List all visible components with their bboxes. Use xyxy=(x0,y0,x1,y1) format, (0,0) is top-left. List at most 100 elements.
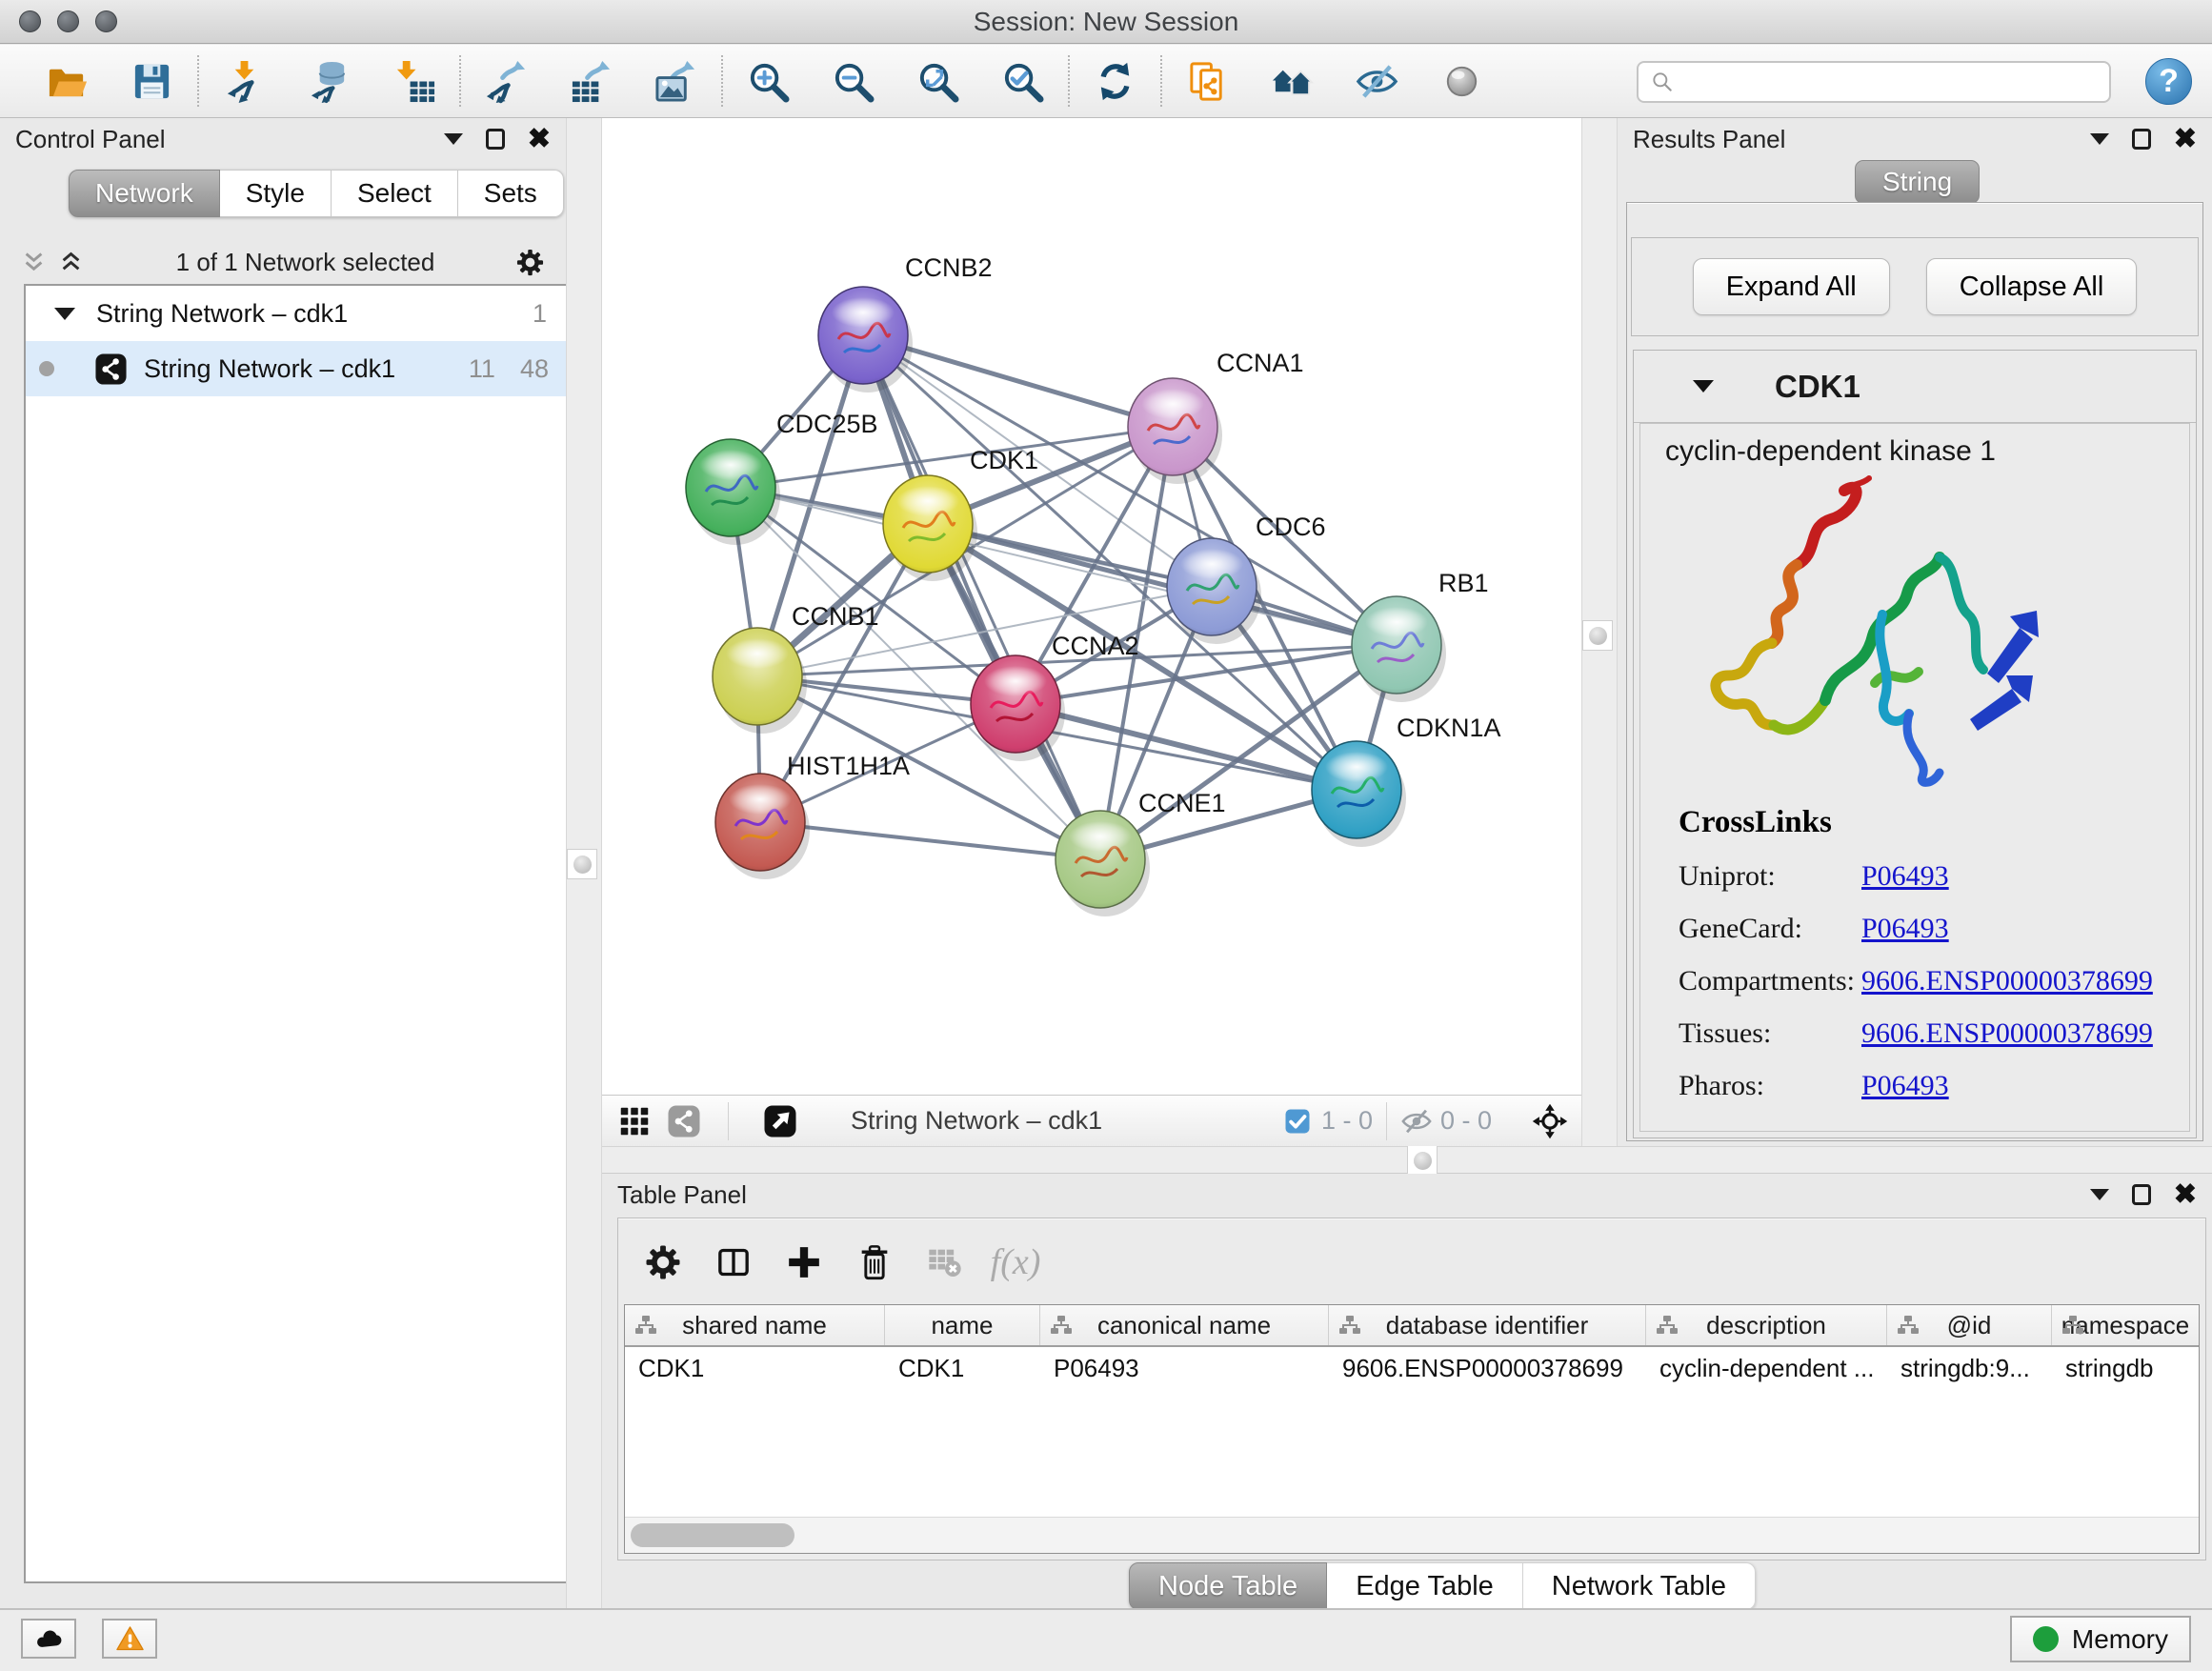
network-from-clipboard-button[interactable] xyxy=(1165,50,1250,111)
import-network-button[interactable] xyxy=(202,50,287,111)
panel-menu-icon[interactable] xyxy=(2090,1189,2109,1200)
tab-sets[interactable]: Sets xyxy=(458,170,564,217)
column-header-namespace[interactable]: namespace xyxy=(2052,1305,2199,1345)
table-hscrollbar[interactable] xyxy=(625,1517,2199,1553)
first-neighbors-button[interactable] xyxy=(1250,50,1335,111)
column-header--id[interactable]: @id xyxy=(1887,1305,2052,1345)
global-search[interactable] xyxy=(1637,61,2111,103)
warnings-button[interactable] xyxy=(102,1619,157,1659)
left-splitter-knob[interactable] xyxy=(567,849,597,879)
cloud-status-button[interactable] xyxy=(21,1619,76,1659)
crosslink-value-link[interactable]: 9606.ENSP00000378699 xyxy=(1861,1017,2153,1050)
help-button[interactable]: ? xyxy=(2145,58,2192,105)
panel-menu-icon[interactable] xyxy=(2090,133,2109,145)
gene-section-header[interactable]: CDK1 xyxy=(1634,351,2196,423)
tab-node-table[interactable]: Node Table xyxy=(1129,1562,1327,1610)
node-table[interactable]: shared namenamecanonical namedatabase id… xyxy=(624,1304,2200,1554)
network-node-CCNE1[interactable] xyxy=(1056,811,1150,916)
network-row-selected[interactable]: String Network – cdk1 11 48 xyxy=(26,341,568,396)
network-node-CDKN1A[interactable] xyxy=(1312,741,1406,847)
grid-view-icon[interactable] xyxy=(617,1104,652,1138)
network-node-CCNB2[interactable] xyxy=(818,287,913,393)
left-splitter[interactable] xyxy=(566,118,602,1608)
selected-checkbox-icon[interactable] xyxy=(1283,1107,1312,1136)
tab-string[interactable]: String xyxy=(1855,160,1980,204)
expand-all-button[interactable]: Expand All xyxy=(1693,258,1890,315)
export-table-button[interactable] xyxy=(549,50,633,111)
table-row[interactable]: CDK1CDK1P064939606.ENSP00000378699cyclin… xyxy=(625,1347,2199,1389)
network-node-CDC25B[interactable] xyxy=(686,439,780,545)
crosslink-value-link[interactable]: P06493 xyxy=(1861,913,1949,945)
traffic-lights[interactable] xyxy=(19,10,117,32)
network-view[interactable]: CCNB2CCNA1CDC25BCDK1CDC6RB1CCNB1CCNA2CDK… xyxy=(602,118,1581,1146)
close-window-icon[interactable] xyxy=(19,10,41,32)
expand-all-icon[interactable] xyxy=(58,250,84,275)
refresh-layout-button[interactable] xyxy=(1073,50,1157,111)
tab-style[interactable]: Style xyxy=(220,170,332,217)
table-settings-button[interactable] xyxy=(643,1242,683,1282)
horizontal-splitter[interactable] xyxy=(602,1146,2212,1174)
memory-button[interactable]: Memory xyxy=(2010,1616,2191,1662)
split-view-button[interactable] xyxy=(714,1242,754,1282)
import-table-button[interactable] xyxy=(372,50,456,111)
column-header-shared-name[interactable]: shared name xyxy=(625,1305,885,1345)
network-collection-row[interactable]: String Network – cdk1 1 xyxy=(26,286,568,341)
impnet-icon xyxy=(222,59,267,104)
delete-column-button[interactable] xyxy=(855,1242,895,1282)
birdseye-icon[interactable] xyxy=(763,1104,797,1138)
zoom-selected-button[interactable] xyxy=(980,50,1065,111)
import-database-button[interactable] xyxy=(287,50,372,111)
column-header-name[interactable]: name xyxy=(885,1305,1040,1345)
fit-content-icon[interactable] xyxy=(1532,1103,1568,1139)
network-options-gear-icon[interactable] xyxy=(515,248,545,277)
right-splitter-knob[interactable] xyxy=(1582,620,1613,651)
export-network-button[interactable] xyxy=(464,50,549,111)
right-splitter[interactable] xyxy=(1581,118,1618,1146)
hscroll-thumb[interactable] xyxy=(631,1523,794,1547)
crosslink-value-link[interactable]: 9606.ENSP00000378699 xyxy=(1861,965,2153,997)
tab-select[interactable]: Select xyxy=(332,170,458,217)
tab-network[interactable]: Network xyxy=(69,170,220,217)
collapse-all-icon[interactable] xyxy=(21,250,47,275)
network-node-CCNA2[interactable] xyxy=(971,655,1065,761)
docshare-icon xyxy=(1185,59,1230,104)
hide-selected-button[interactable] xyxy=(1335,50,1419,111)
network-node-CDK1[interactable] xyxy=(883,475,977,581)
minimize-window-icon[interactable] xyxy=(57,10,79,32)
network-canvas[interactable]: CCNB2CCNA1CDC25BCDK1CDC6RB1CCNB1CCNA2CDK… xyxy=(602,118,1581,1095)
network-node-RB1[interactable] xyxy=(1352,596,1446,702)
panel-float-icon[interactable] xyxy=(2132,129,2151,150)
panel-float-icon[interactable] xyxy=(2132,1184,2151,1205)
panel-close-icon[interactable]: ✖ xyxy=(528,126,551,153)
panel-float-icon[interactable] xyxy=(486,129,505,150)
collection-expander-icon[interactable] xyxy=(54,308,75,320)
open-session-button[interactable] xyxy=(25,50,110,111)
network-node-HIST1H1A[interactable] xyxy=(715,774,810,879)
search-input[interactable] xyxy=(1675,65,2109,99)
panel-close-icon[interactable]: ✖ xyxy=(2174,1181,2197,1209)
tab-network-table[interactable]: Network Table xyxy=(1523,1562,1756,1610)
graphics-details-button[interactable] xyxy=(1419,50,1504,111)
add-column-button[interactable] xyxy=(784,1242,824,1282)
column-header-description[interactable]: description xyxy=(1646,1305,1887,1345)
zoom-window-icon[interactable] xyxy=(95,10,117,32)
export-image-button[interactable] xyxy=(633,50,718,111)
section-expander-icon[interactable] xyxy=(1693,380,1714,393)
tab-edge-table[interactable]: Edge Table xyxy=(1327,1562,1523,1610)
zoom-in-button[interactable] xyxy=(726,50,811,111)
share-icon[interactable] xyxy=(667,1104,701,1138)
column-header-canonical-name[interactable]: canonical name xyxy=(1040,1305,1329,1345)
column-header-database-identifier[interactable]: database identifier xyxy=(1329,1305,1646,1345)
network-node-CCNA1[interactable] xyxy=(1128,378,1222,484)
save-session-button[interactable] xyxy=(110,50,194,111)
horizontal-splitter-knob[interactable] xyxy=(1407,1145,1438,1176)
zoom-fit-button[interactable] xyxy=(895,50,980,111)
crosslink-value-link[interactable]: P06493 xyxy=(1861,1070,1949,1102)
zoom-out-button[interactable] xyxy=(811,50,895,111)
eyeslash-icon xyxy=(1355,59,1399,104)
panel-close-icon[interactable]: ✖ xyxy=(2174,126,2197,153)
panel-menu-icon[interactable] xyxy=(444,133,463,145)
crosslink-value-link[interactable]: P06493 xyxy=(1861,860,1949,893)
hidden-eye-icon[interactable] xyxy=(1400,1105,1433,1137)
collapse-all-button[interactable]: Collapse All xyxy=(1926,258,2138,315)
